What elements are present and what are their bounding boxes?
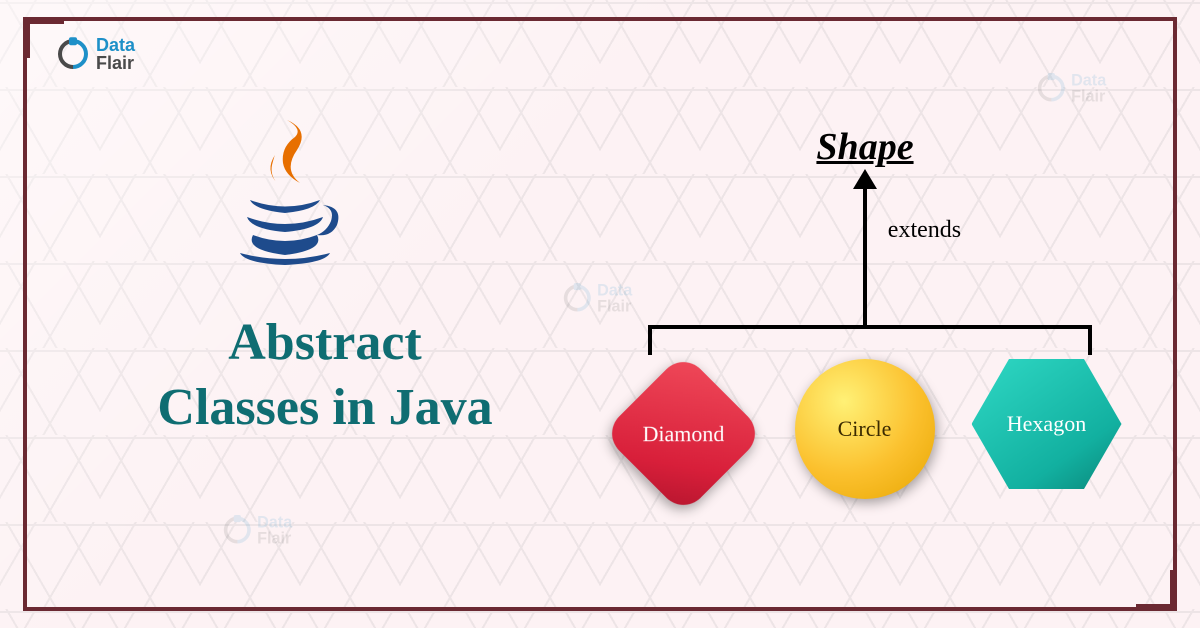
diamond-shape-node: Diamond [602, 352, 765, 515]
circle-shape-node: Circle [795, 359, 935, 499]
brand-logo: Data Flair [58, 36, 135, 72]
watermark-logo: DataFlair [224, 514, 292, 546]
frame-corner-accent [24, 18, 30, 58]
class-hierarchy-diagram: Shape extends Diamond Circle Hexagon [580, 125, 1150, 508]
logo-icon [52, 33, 94, 75]
branch-drop [1088, 325, 1092, 355]
branch-drop [648, 325, 652, 355]
circle-label: Circle [838, 416, 892, 442]
diamond-label: Diamond [642, 420, 724, 446]
frame-corner-accent [24, 18, 64, 24]
title-line-1: Abstract [85, 310, 565, 375]
parent-class-label: Shape [580, 125, 1150, 169]
child-classes-row: Diamond Circle Hexagon [580, 359, 1150, 508]
hexagon-shape-node: Hexagon [972, 359, 1122, 489]
logo-text-bottom: Flair [96, 54, 135, 72]
java-logo-icon [225, 115, 345, 265]
extends-keyword: extends [888, 217, 961, 244]
logo-text-top: Data [96, 36, 135, 54]
branch-connector [650, 325, 1090, 329]
frame-corner-accent [1170, 570, 1176, 610]
arrow-line [863, 177, 867, 329]
watermark-logo: DataFlair [1038, 72, 1106, 104]
hexagon-label: Hexagon [1007, 411, 1086, 437]
page-title: Abstract Classes in Java [85, 310, 565, 440]
inheritance-arrow: extends [580, 169, 1150, 329]
title-line-2: Classes in Java [85, 375, 565, 440]
